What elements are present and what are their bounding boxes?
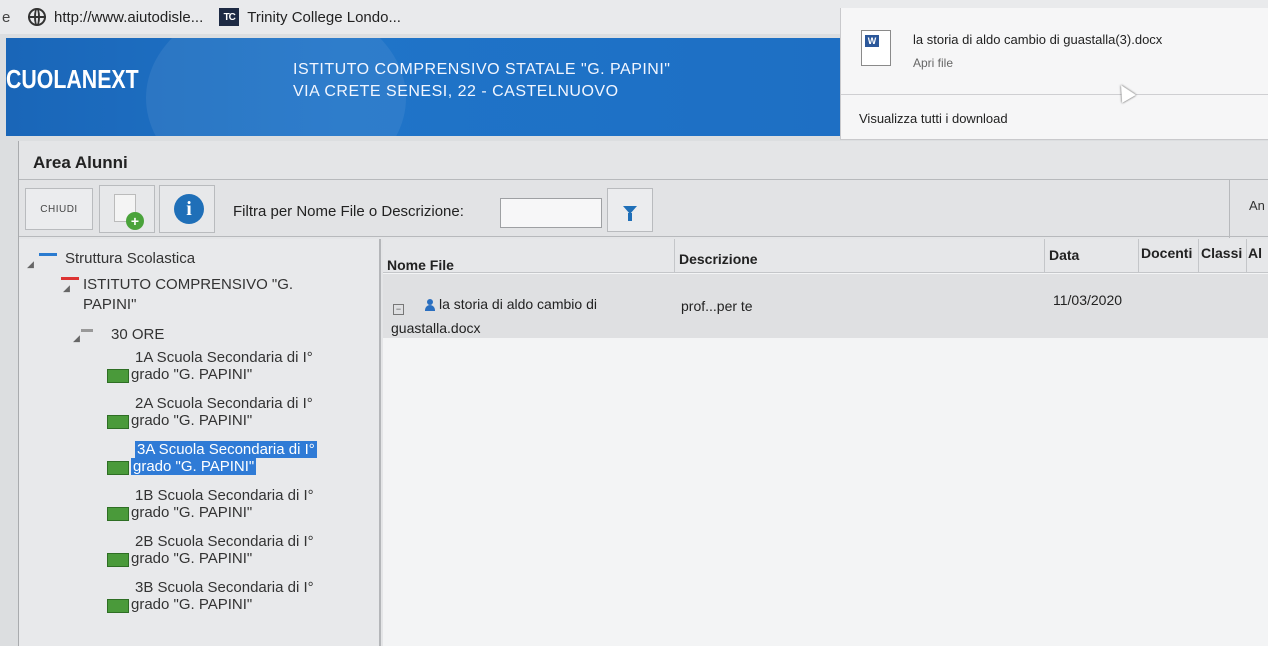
class-label: grado "G. PAPINI"	[131, 366, 253, 383]
toolbar-cut-label[interactable]: An	[1249, 198, 1265, 213]
school-info: ISTITUTO COMPRENSIVO STATALE "G. PAPINI"…	[293, 59, 670, 103]
class-icon	[107, 415, 129, 429]
main-panel: Area Alunni CHIUDI + i Filtra per Nome F…	[18, 141, 1268, 646]
bookmark-trinity-label: Trinity College Londo...	[247, 8, 401, 26]
column-label: Classi	[1201, 245, 1243, 261]
user-icon	[425, 299, 435, 311]
class-label: 2B Scuola Secondaria di I°	[135, 533, 314, 550]
class-label: 3B Scuola Secondaria di I°	[135, 579, 314, 596]
bookmark-trinity-college[interactable]: TC Trinity College Londo...	[219, 8, 401, 26]
column-header-classi[interactable]: Classi	[1199, 239, 1247, 273]
school-address: VIA CRETE SENESI, 22 - CASTELNUOVO	[293, 83, 619, 100]
download-popup: la storia di aldo cambio di guastalla(3)…	[840, 8, 1268, 140]
class-icon	[107, 461, 129, 475]
class-icon	[107, 599, 129, 613]
column-header-data[interactable]: Data	[1045, 239, 1139, 273]
files-table: Nome File Descrizione Data Docenti Class…	[383, 239, 1268, 646]
header-banner: CUOLANEXT ISTITUTO COMPRENSIVO STATALE "…	[6, 38, 840, 136]
bookmark-aiutodisle-label: http://www.aiutodisle...	[54, 8, 204, 26]
word-document-icon[interactable]	[861, 30, 891, 66]
column-header-descrizione[interactable]: Descrizione	[675, 239, 1045, 273]
screen: e http://www.aiutodisle... TC Trinity Co…	[0, 0, 1268, 646]
mouse-cursor-icon	[1114, 81, 1136, 103]
file-name-line1: la storia di aldo cambio di	[439, 296, 597, 312]
class-label: 1B Scuola Secondaria di I°	[135, 487, 314, 504]
class-label: grado "G. PAPINI"	[131, 412, 253, 429]
table-row[interactable]: − la storia di aldo cambio di guastalla.…	[383, 274, 1268, 338]
info-icon: i	[174, 194, 204, 224]
column-label: Descrizione	[679, 251, 758, 267]
toolbar-divider	[1229, 180, 1230, 238]
funnel-icon	[623, 206, 637, 221]
tree-class-item[interactable]: 3B Scuola Secondaria di I° grado "G. PAP…	[107, 579, 347, 613]
globe-icon	[28, 8, 46, 26]
class-label: grado "G. PAPINI"	[131, 550, 253, 567]
school-structure-icon	[39, 253, 57, 265]
close-button[interactable]: CHIUDI	[25, 188, 93, 230]
filter-button[interactable]	[607, 188, 653, 232]
column-label: Docenti	[1141, 245, 1193, 261]
trinity-college-icon: TC	[219, 8, 240, 26]
tree-institute[interactable]: ISTITUTO COMPRENSIVO "G. PAPINI"	[83, 275, 293, 315]
add-file-button[interactable]: +	[99, 185, 155, 233]
add-icon: +	[126, 212, 144, 230]
tree-class-item[interactable]: 1B Scuola Secondaria di I° grado "G. PAP…	[107, 487, 347, 521]
row-expand-icon[interactable]: −	[393, 304, 404, 315]
view-all-downloads-link[interactable]: Visualizza tutti i download	[859, 111, 1008, 126]
structure-tree: ◢ Struttura Scolastica ◢ ISTITUTO COMPRE…	[19, 239, 381, 646]
class-icon	[107, 507, 129, 521]
column-label: Al	[1248, 245, 1262, 261]
column-label: Data	[1049, 247, 1080, 263]
class-label: 3A Scuola Secondaria di I°	[135, 441, 317, 458]
class-label: 2A Scuola Secondaria di I°	[135, 395, 313, 412]
page-title: Area Alunni	[33, 153, 128, 172]
column-header-docenti[interactable]: Docenti	[1139, 239, 1199, 273]
school-name: ISTITUTO COMPRENSIVO STATALE "G. PAPINI"	[293, 61, 671, 78]
class-label: 1A Scuola Secondaria di I°	[135, 349, 313, 366]
tree-root[interactable]: Struttura Scolastica	[65, 249, 195, 269]
institute-icon	[61, 277, 79, 289]
info-button[interactable]: i	[159, 185, 215, 233]
tree-toggle-icon[interactable]: ◢	[73, 333, 80, 344]
popup-divider	[841, 94, 1268, 95]
class-label: grado "G. PAPINI"	[131, 504, 253, 521]
filter-input[interactable]	[500, 198, 602, 228]
bookmark-edge-text: e	[2, 8, 11, 26]
download-file-name[interactable]: la storia di aldo cambio di guastalla(3)…	[913, 32, 1162, 47]
institute-line1: ISTITUTO COMPRENSIVO "G.	[83, 276, 294, 293]
bookmark-aiutodisle[interactable]: http://www.aiutodisle...	[28, 8, 203, 26]
tree-group[interactable]: 30 ORE	[111, 325, 164, 345]
institute-line2: PAPINI"	[83, 296, 137, 313]
filter-label: Filtra per Nome File o Descrizione:	[233, 203, 464, 220]
tree-toggle-icon[interactable]: ◢	[27, 259, 34, 270]
class-label: grado "G. PAPINI"	[131, 596, 253, 613]
file-description: prof...per te	[681, 298, 753, 314]
class-icon	[107, 369, 129, 383]
tree-class-item[interactable]: 2A Scuola Secondaria di I° grado "G. PAP…	[107, 395, 347, 429]
open-file-link[interactable]: Apri file	[913, 56, 953, 70]
file-name-line2: guastalla.docx	[391, 320, 481, 336]
table-header: Nome File Descrizione Data Docenti Class…	[383, 239, 1268, 273]
tree-class-item[interactable]: 2B Scuola Secondaria di I° grado "G. PAP…	[107, 533, 347, 567]
scuolanext-logo: CUOLANEXT	[6, 64, 139, 94]
file-date: 11/03/2020	[1053, 292, 1123, 308]
tree-class-item-selected[interactable]: 3A Scuola Secondaria di I° grado "G. PAP…	[107, 441, 347, 475]
toolbar: CHIUDI + i Filtra per Nome File o Descri…	[19, 179, 1268, 238]
class-label: grado "G. PAPINI"	[131, 458, 257, 475]
class-icon	[107, 553, 129, 567]
column-label: Nome File	[387, 257, 454, 273]
group-icon	[81, 329, 93, 341]
tree-class-item[interactable]: 1A Scuola Secondaria di I° grado "G. PAP…	[107, 349, 347, 383]
column-header-al[interactable]: Al	[1247, 239, 1268, 273]
column-header-nome-file[interactable]: Nome File	[383, 239, 675, 273]
